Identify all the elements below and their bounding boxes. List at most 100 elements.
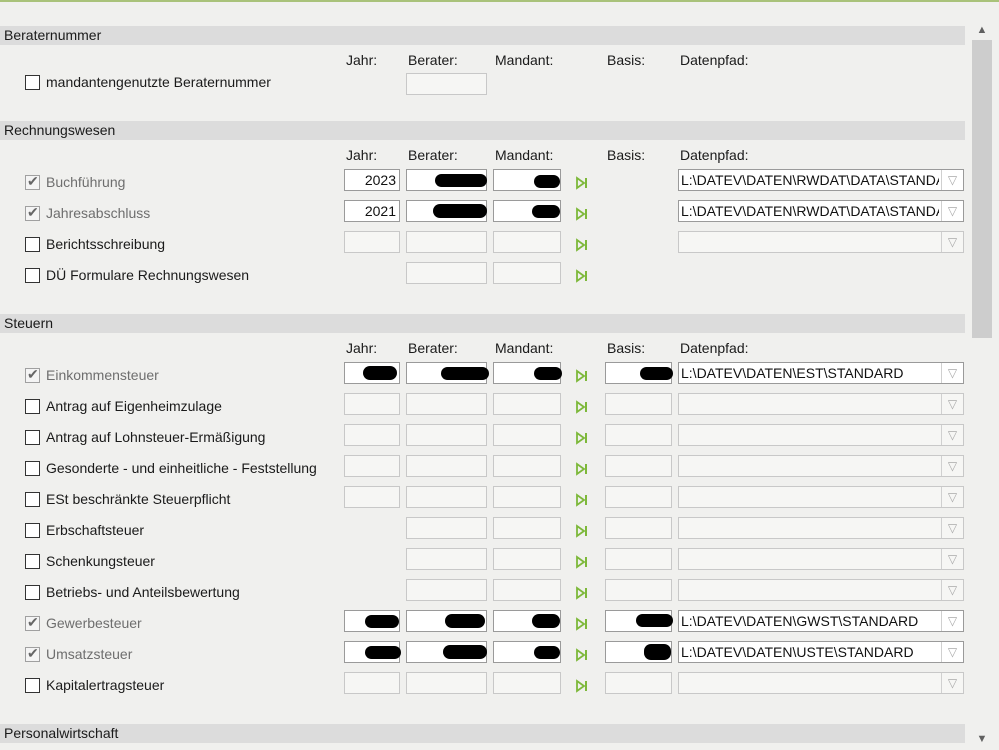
field-berater-schenkungsteuer[interactable]: [406, 548, 487, 570]
play-next-icon[interactable]: [575, 176, 589, 190]
combo-datenpfad-betriebsbewertung[interactable]: ▽: [678, 579, 964, 601]
combo-datenpfad-gewerbesteuer[interactable]: L:\DATEV\DATEN\GWST\STANDARD ▽: [678, 610, 964, 632]
combo-datenpfad-schenkungsteuer[interactable]: ▽: [678, 548, 964, 570]
chevron-down-icon[interactable]: ▽: [941, 642, 963, 662]
field-basis-erbschaftsteuer[interactable]: [605, 517, 672, 539]
field-jahr-lohnsteuer[interactable]: [344, 424, 400, 446]
field-berater-erbschaftsteuer[interactable]: [406, 517, 487, 539]
field-berater-kapitalertragsteuer[interactable]: [406, 672, 487, 694]
field-basis-kapitalertragsteuer[interactable]: [605, 672, 672, 694]
play-next-icon[interactable]: [575, 679, 589, 693]
field-mandant-einkommensteuer[interactable]: [493, 362, 562, 384]
field-mandant-eigenheimzulage[interactable]: [493, 393, 561, 415]
field-mandant-umsatzsteuer[interactable]: [493, 641, 561, 663]
checkbox-jahresabschluss[interactable]: ✔: [25, 204, 40, 221]
chevron-down-icon[interactable]: ▽: [941, 673, 963, 693]
field-mandant-feststellung[interactable]: [493, 455, 561, 477]
checkbox-berichtsschreibung[interactable]: [25, 237, 40, 252]
combo-datenpfad-lohnsteuer[interactable]: ▽: [678, 424, 964, 446]
chevron-down-icon[interactable]: ▽: [941, 425, 963, 445]
checkbox-est-beschraenkt[interactable]: [25, 492, 40, 507]
field-basis-lohnsteuer[interactable]: [605, 424, 672, 446]
checkbox-umsatzsteuer[interactable]: ✔: [25, 645, 40, 662]
checkbox-mandantengenutzte[interactable]: [25, 75, 40, 90]
field-basis-betriebsbewertung[interactable]: [605, 579, 672, 601]
field-mandant-schenkungsteuer[interactable]: [493, 548, 561, 570]
field-berater-betriebsbewertung[interactable]: [406, 579, 487, 601]
field-basis-einkommensteuer[interactable]: [605, 362, 673, 384]
arrow-down-icon[interactable]: ▼: [971, 731, 993, 747]
field-basis-eigenheimzulage[interactable]: [605, 393, 672, 415]
combo-datenpfad-jahresabschluss[interactable]: L:\DATEV\DATEN\RWDAT\DATA\STANDA ▽: [678, 200, 964, 222]
field-jahr-einkommensteuer[interactable]: [344, 362, 400, 384]
field-mandant-kapitalertragsteuer[interactable]: [493, 672, 561, 694]
field-berater-mandantengenutzte[interactable]: [406, 73, 487, 95]
field-berater-est-beschraenkt[interactable]: [406, 486, 487, 508]
field-basis-gewerbesteuer[interactable]: [605, 610, 673, 632]
field-jahr-berichtsschreibung[interactable]: [344, 231, 400, 253]
play-next-icon[interactable]: [575, 269, 589, 283]
combo-datenpfad-erbschaftsteuer[interactable]: ▽: [678, 517, 964, 539]
play-next-icon[interactable]: [575, 524, 589, 538]
field-berater-due-formulare[interactable]: [406, 262, 487, 284]
combo-datenpfad-einkommensteuer[interactable]: L:\DATEV\DATEN\EST\STANDARD ▽: [678, 362, 964, 384]
checkbox-eigenheimzulage[interactable]: [25, 399, 40, 414]
field-basis-est-beschraenkt[interactable]: [605, 486, 672, 508]
field-mandant-buchfuehrung[interactable]: [493, 169, 561, 191]
play-next-icon[interactable]: [575, 400, 589, 414]
chevron-down-icon[interactable]: ▽: [941, 549, 963, 569]
field-jahr-buchfuehrung[interactable]: 2023: [344, 169, 400, 191]
field-berater-einkommensteuer[interactable]: [406, 362, 489, 384]
combo-datenpfad-kapitalertragsteuer[interactable]: ▽: [678, 672, 964, 694]
field-basis-schenkungsteuer[interactable]: [605, 548, 672, 570]
field-berater-feststellung[interactable]: [406, 455, 487, 477]
checkbox-erbschaftsteuer[interactable]: [25, 523, 40, 538]
play-next-icon[interactable]: [575, 648, 589, 662]
chevron-down-icon[interactable]: ▽: [941, 170, 963, 190]
checkbox-feststellung[interactable]: [25, 461, 40, 476]
play-next-icon[interactable]: [575, 462, 589, 476]
field-berater-eigenheimzulage[interactable]: [406, 393, 487, 415]
field-berater-jahresabschluss[interactable]: [406, 200, 487, 222]
play-next-icon[interactable]: [575, 431, 589, 445]
combo-datenpfad-est-beschraenkt[interactable]: ▽: [678, 486, 964, 508]
combo-datenpfad-buchfuehrung[interactable]: L:\DATEV\DATEN\RWDAT\DATA\STANDA ▽: [678, 169, 964, 191]
combo-datenpfad-berichtsschreibung[interactable]: ▽: [678, 231, 964, 253]
checkbox-einkommensteuer[interactable]: ✔: [25, 366, 40, 383]
checkbox-due-formulare[interactable]: [25, 268, 40, 283]
field-mandant-berichtsschreibung[interactable]: [493, 231, 561, 253]
field-basis-feststellung[interactable]: [605, 455, 672, 477]
checkbox-buchfuehrung[interactable]: ✔: [25, 173, 40, 190]
field-mandant-due-formulare[interactable]: [493, 262, 561, 284]
scrollbar-thumb[interactable]: [972, 40, 992, 338]
field-jahr-est-beschraenkt[interactable]: [344, 486, 400, 508]
field-jahr-gewerbesteuer[interactable]: [344, 610, 400, 632]
field-jahr-eigenheimzulage[interactable]: [344, 393, 400, 415]
field-mandant-lohnsteuer[interactable]: [493, 424, 561, 446]
chevron-down-icon[interactable]: ▽: [941, 394, 963, 414]
field-jahr-feststellung[interactable]: [344, 455, 400, 477]
field-mandant-gewerbesteuer[interactable]: [493, 610, 561, 632]
combo-datenpfad-eigenheimzulage[interactable]: ▽: [678, 393, 964, 415]
field-mandant-betriebsbewertung[interactable]: [493, 579, 561, 601]
chevron-down-icon[interactable]: ▽: [941, 363, 963, 383]
field-berater-berichtsschreibung[interactable]: [406, 231, 487, 253]
field-mandant-jahresabschluss[interactable]: [493, 200, 561, 222]
chevron-down-icon[interactable]: ▽: [941, 487, 963, 507]
play-next-icon[interactable]: [575, 555, 589, 569]
field-berater-umsatzsteuer[interactable]: [406, 641, 487, 663]
checkbox-betriebsbewertung[interactable]: [25, 585, 40, 600]
field-berater-buchfuehrung[interactable]: [406, 169, 487, 191]
checkbox-kapitalertragsteuer[interactable]: [25, 678, 40, 693]
chevron-down-icon[interactable]: ▽: [941, 518, 963, 538]
field-berater-gewerbesteuer[interactable]: [406, 610, 487, 632]
chevron-down-icon[interactable]: ▽: [941, 201, 963, 221]
arrow-up-icon[interactable]: ▲: [971, 22, 993, 38]
field-jahr-umsatzsteuer[interactable]: [344, 641, 401, 663]
play-next-icon[interactable]: [575, 369, 589, 383]
chevron-down-icon[interactable]: ▽: [941, 232, 963, 252]
checkbox-schenkungsteuer[interactable]: [25, 554, 40, 569]
play-next-icon[interactable]: [575, 586, 589, 600]
chevron-down-icon[interactable]: ▽: [941, 611, 963, 631]
field-basis-umsatzsteuer[interactable]: [605, 641, 672, 663]
